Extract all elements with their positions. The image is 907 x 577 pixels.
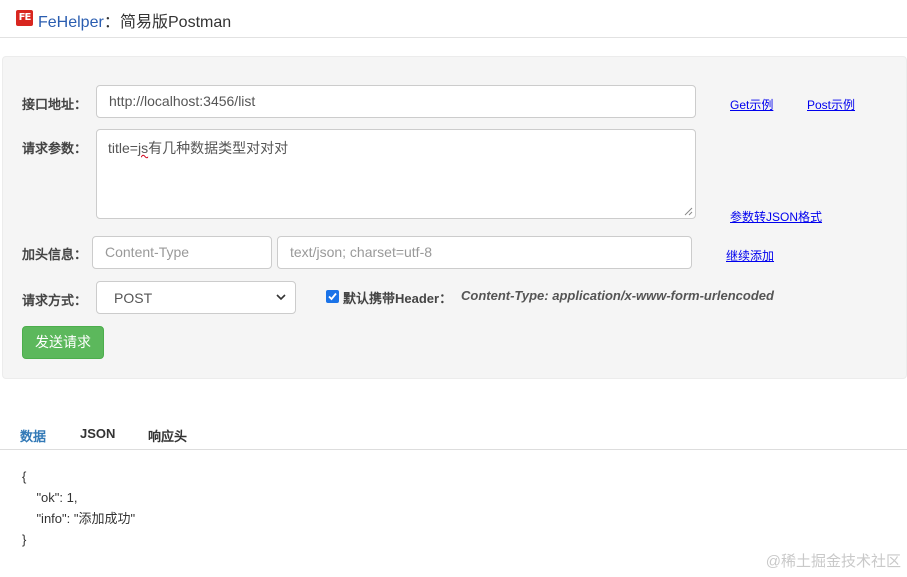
url-input[interactable]: http://localhost:3456/list xyxy=(96,85,696,118)
params-text[interactable]: title=js有几种数据类型对对对 xyxy=(108,138,288,158)
get-example-link[interactable]: Get示例 xyxy=(730,96,773,113)
params-text-before: title= xyxy=(108,140,138,156)
params-to-json-link[interactable]: 参数转JSON格式 xyxy=(730,208,822,225)
brand-text[interactable]: FeHelper xyxy=(38,14,104,31)
response-line: { xyxy=(22,469,27,484)
params-text-after: 有几种数据类型对对对 xyxy=(148,140,289,156)
post-example-link[interactable]: Post示例 xyxy=(807,96,855,113)
tab-response-headers[interactable]: 响应头 xyxy=(148,426,187,445)
response-line: "ok": 1, xyxy=(22,490,78,505)
brand-name[interactable]: FeHelper： xyxy=(38,8,120,32)
brand-separator: ： xyxy=(103,14,120,31)
default-header-checkbox[interactable] xyxy=(326,290,339,303)
watermark: @稀土掘金技术社区 xyxy=(765,553,901,570)
tab-data[interactable]: 数据 xyxy=(20,426,46,445)
header-label: 加头信息： xyxy=(22,247,88,262)
page-title: 简易版Postman xyxy=(120,14,232,31)
url-label: 接口地址： xyxy=(22,97,88,112)
method-select-value: POST xyxy=(114,290,153,306)
response-tabs: 数据 JSON 响应头 xyxy=(0,420,907,450)
params-label: 请求参数： xyxy=(22,141,88,156)
checkmark-icon xyxy=(328,292,337,301)
response-line: "info": "添加成功" xyxy=(22,511,136,526)
chevron-down-icon xyxy=(276,294,286,301)
spellcheck-marked-word: js xyxy=(137,140,149,156)
fehelper-logo-icon: FE xyxy=(16,10,33,26)
response-line: } xyxy=(22,532,27,547)
send-request-button[interactable]: 发送请求 xyxy=(22,326,104,359)
method-label: 请求方式： xyxy=(22,293,88,308)
add-header-link[interactable]: 继续添加 xyxy=(726,247,774,264)
header-key-input[interactable]: Content-Type xyxy=(92,236,272,269)
response-output: { "ok": 1, "info": "添加成功"} xyxy=(22,466,135,550)
tab-json[interactable]: JSON xyxy=(80,426,115,441)
resize-grip-icon[interactable] xyxy=(683,206,693,216)
method-select[interactable]: POST xyxy=(96,281,296,314)
default-header-label[interactable]: 默认携带Header： xyxy=(343,288,452,307)
app-header: FE FeHelper： 简易版Postman xyxy=(0,0,907,38)
default-header-value: Content-Type: application/x-www-form-url… xyxy=(461,288,774,303)
header-value-input[interactable]: text/json; charset=utf-8 xyxy=(277,236,692,269)
